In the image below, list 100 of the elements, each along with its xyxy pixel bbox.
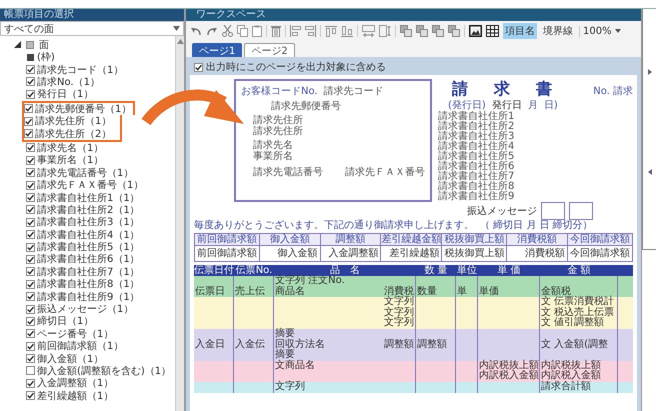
checkbox[interactable] xyxy=(26,342,35,351)
checkbox[interactable] xyxy=(194,62,203,72)
scroll-up-icon[interactable] xyxy=(176,39,184,44)
checkbox[interactable] xyxy=(26,143,35,152)
tree-item[interactable]: 前回御請求額（1） xyxy=(24,340,128,352)
form-field: 税抜御買上額 xyxy=(442,246,506,261)
checkbox[interactable] xyxy=(24,129,33,138)
tree-item[interactable]: 請求No.（1） xyxy=(24,76,104,88)
checkbox[interactable] xyxy=(26,77,35,86)
checkbox[interactable] xyxy=(26,304,35,314)
form-field: 内訳税入金額 xyxy=(479,371,539,382)
checkbox[interactable] xyxy=(26,316,35,326)
workspace-title: ワークスペース xyxy=(186,9,641,21)
checkbox[interactable] xyxy=(26,205,35,214)
zoom-dropdown[interactable]: 100% xyxy=(579,26,621,36)
tree-item[interactable]: (枠) xyxy=(24,51,59,64)
checkbox[interactable] xyxy=(26,292,35,302)
tree-item[interactable]: 請求書自社住所6（1） xyxy=(24,253,144,266)
align-top-icon[interactable] xyxy=(325,26,337,36)
overlapping-squares-icon[interactable] xyxy=(432,25,444,37)
page-tab[interactable]: ページ2 xyxy=(244,43,295,57)
form-field: 文字列 注文No. xyxy=(275,276,345,287)
checkbox[interactable] xyxy=(26,242,35,252)
scissors-icon[interactable] xyxy=(222,25,233,37)
checkbox[interactable] xyxy=(26,378,35,388)
square-icon xyxy=(26,40,34,48)
checkbox[interactable] xyxy=(26,168,35,178)
tree-item[interactable]: 請求書自社住所4（1） xyxy=(24,228,144,241)
clipboard-icon[interactable] xyxy=(252,25,262,37)
tree-item[interactable]: 締切日（1） xyxy=(24,315,98,328)
checkbox[interactable] xyxy=(24,116,33,126)
redo-icon[interactable] xyxy=(206,26,218,36)
tree-item[interactable]: 差引繰越額（1） xyxy=(24,390,118,402)
trash-icon[interactable] xyxy=(271,25,281,37)
equal-width-icon[interactable] xyxy=(362,25,375,37)
toolbar-toggle[interactable]: 項目名 xyxy=(503,23,537,39)
align-left-icon[interactable] xyxy=(290,25,301,37)
item-label: (枠) xyxy=(37,50,55,64)
overlapping-squares-icon[interactable] xyxy=(400,25,412,37)
overlapping-squares-icon[interactable] xyxy=(448,25,460,37)
equal-height-icon[interactable] xyxy=(379,25,391,37)
checkbox[interactable] xyxy=(26,254,35,264)
form-field: 前回御請求額 xyxy=(195,246,259,261)
column-header: 伝票No. xyxy=(234,265,274,276)
arrow-right-icon[interactable] xyxy=(648,69,652,75)
checkbox[interactable] xyxy=(24,104,33,114)
form-field: 入金調整額 xyxy=(320,246,380,261)
tree-item[interactable]: 事業所名（1） xyxy=(24,154,108,167)
checkbox[interactable] xyxy=(26,267,35,276)
checkbox[interactable] xyxy=(26,218,35,227)
expander-icon[interactable] xyxy=(14,41,21,48)
checkbox[interactable] xyxy=(26,230,35,240)
tree-item[interactable]: 請求先住所（2） xyxy=(22,127,122,142)
checkbox[interactable] xyxy=(26,156,35,165)
form-field: 請求先住所 xyxy=(253,126,425,137)
tree-item[interactable]: 入金調整額（1） xyxy=(24,377,118,390)
tree-item[interactable]: 請求書自社住所8（1） xyxy=(24,278,144,290)
form-field: 商品名 xyxy=(275,286,305,298)
undo-icon[interactable] xyxy=(190,26,202,36)
align-bottom-icon[interactable] xyxy=(341,26,353,36)
tree-item[interactable]: 請求書自社住所9（1） xyxy=(24,290,144,303)
tree-item[interactable]: 請求書自社住所3（1） xyxy=(24,216,144,228)
tree-label[interactable]: 面 xyxy=(39,38,49,52)
tree-item[interactable]: 発行日（1） xyxy=(24,88,98,101)
arrow-left-icon[interactable] xyxy=(648,169,652,175)
invoice-title: 請 求 書 xyxy=(452,79,557,100)
checkbox[interactable] xyxy=(26,391,35,400)
grid-icon[interactable] xyxy=(486,25,499,37)
tree-item[interactable]: 請求先郵便番号（1） xyxy=(22,100,136,115)
form-field: 請求先名 xyxy=(253,140,425,151)
form-field: 請求先コード xyxy=(324,84,384,98)
tree-item[interactable]: 請求先住所（1） xyxy=(22,114,122,128)
tree-item[interactable]: 御入金額（1） xyxy=(24,352,108,365)
overlapping-squares-icon[interactable] xyxy=(416,25,428,37)
filter-dropdown[interactable]: すべての面 xyxy=(0,21,184,36)
page-tab[interactable]: ページ1 xyxy=(192,43,242,57)
tree-item[interactable]: 請求先名（1） xyxy=(24,142,108,154)
form-field: 伝票日 xyxy=(195,286,225,298)
checkbox[interactable] xyxy=(26,192,35,202)
checkbox[interactable] xyxy=(26,366,35,376)
item-label: 請求No.（1） xyxy=(37,76,100,89)
form-field: 文 値引調整額 xyxy=(541,318,604,329)
tree-item[interactable]: ページ番号（1） xyxy=(24,328,118,340)
checkbox[interactable] xyxy=(26,180,35,190)
checkbox[interactable] xyxy=(26,65,35,74)
toolbar-toggle[interactable]: 境界線 xyxy=(541,23,575,39)
scrollbar[interactable] xyxy=(175,36,184,411)
tree-item[interactable]: 請求先電話番号（1） xyxy=(24,166,138,179)
align-right-icon[interactable] xyxy=(305,25,316,37)
form-field: 単価 xyxy=(479,286,499,298)
checkbox[interactable] xyxy=(26,280,35,289)
tree-item[interactable]: 請求先ＦＡＸ番号（1） xyxy=(24,178,148,192)
checkbox[interactable] xyxy=(26,354,35,364)
column-header: 単 価 xyxy=(496,265,522,276)
checkbox[interactable] xyxy=(26,90,35,99)
copy-icon[interactable] xyxy=(237,25,248,37)
checkbox[interactable] xyxy=(26,329,35,338)
image-icon[interactable] xyxy=(469,25,482,37)
tree-item[interactable]: 請求先コード（1） xyxy=(24,63,128,76)
tree-item[interactable]: 請求書自社住所1（1） xyxy=(24,191,144,204)
